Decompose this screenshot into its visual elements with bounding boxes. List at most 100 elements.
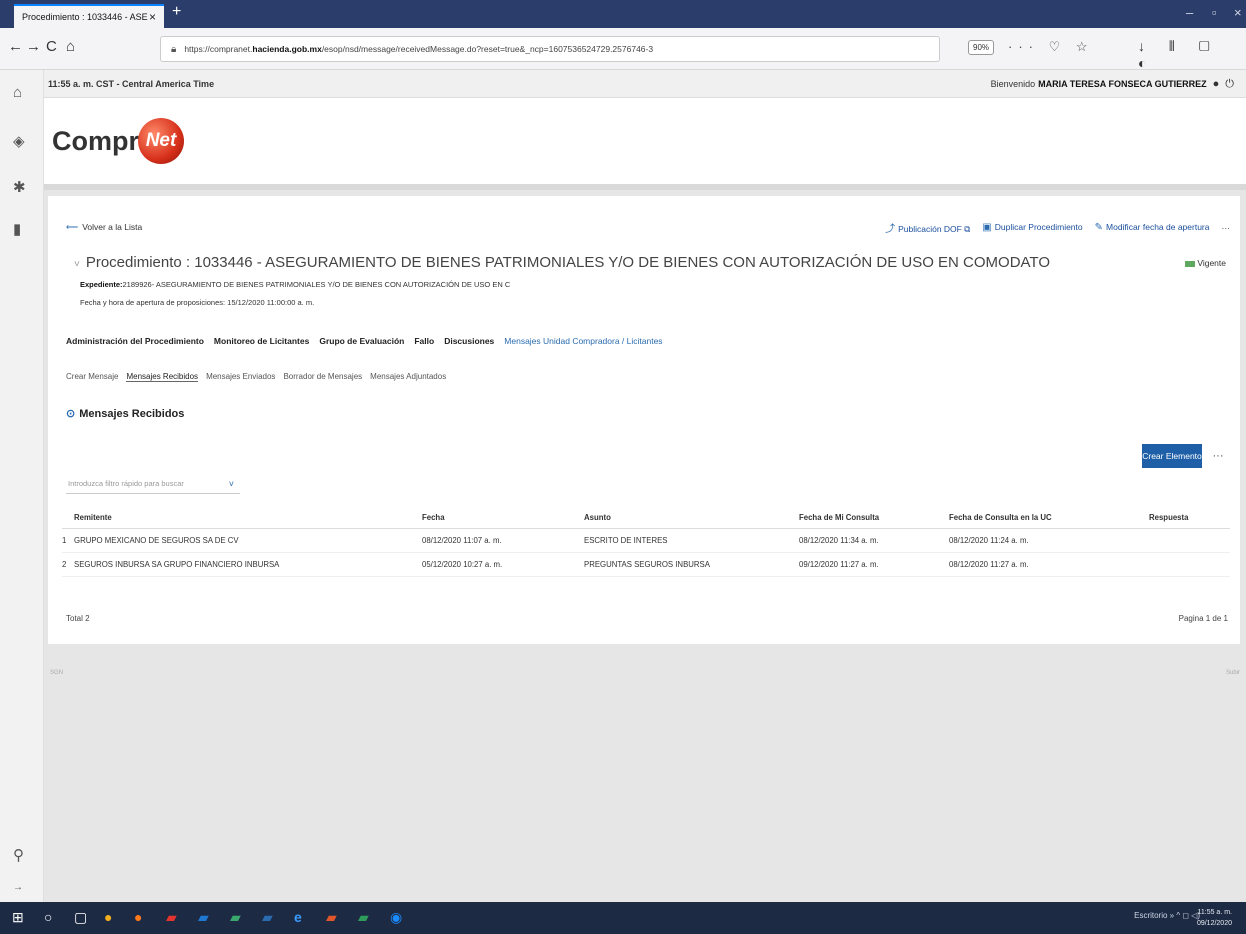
pagination-label: Pagina 1 de 1 (1178, 614, 1228, 623)
power-icon[interactable]: ⏻ (1225, 78, 1234, 90)
chevron-down-icon[interactable]: ˅ (229, 479, 234, 489)
browser-navbar: ← → C ⌂ 🔒︎ https://compranet. hacienda.go… (0, 28, 1246, 71)
publicacion-dof-link[interactable]: ⤴ Publicación DOF ⧉ (885, 220, 970, 235)
scroll-top-link[interactable]: Subir (1226, 670, 1240, 676)
create-element-button[interactable]: Crear Elemento (1142, 444, 1202, 468)
tab-fallo[interactable]: Fallo (414, 336, 434, 346)
user-name[interactable]: MARIA TERESA FONSECA GUTIERREZ (1038, 79, 1207, 89)
duplicate-procedure-link[interactable]: ▣ Duplicar Procedimiento (982, 222, 1082, 233)
minimize-icon[interactable]: – (1186, 5, 1193, 20)
restore-icon[interactable]: ▫ (1212, 5, 1217, 20)
messages-table: Remitente Fecha Asunto Fecha de Mi Consu… (62, 508, 1230, 577)
tab-grupo-evaluacion[interactable]: Grupo de Evaluación (319, 336, 404, 346)
close-window-icon[interactable]: × (1234, 5, 1242, 20)
close-tab-icon[interactable]: × (149, 10, 156, 24)
row-number: 1 (62, 528, 74, 553)
search-icon[interactable]: ⚲ (13, 846, 24, 864)
new-tab-icon[interactable]: + (172, 3, 181, 21)
powerpoint-icon[interactable]: ▰ (326, 909, 337, 926)
url-path: /esop/nsd/message/receivedMessage.do?res… (321, 44, 654, 54)
forward-icon[interactable]: → (26, 38, 41, 55)
subtab-mensajes-recibidos[interactable]: Mensajes Recibidos (126, 372, 199, 382)
excel-icon[interactable]: ▰ (358, 909, 369, 926)
cell-fecha: 08/12/2020 11:07 a. m. (422, 528, 584, 553)
toolbar-icons[interactable]: ↓ ⫴ ▢ ◐ (1138, 38, 1246, 71)
main-tabs: Administración del Procedimiento Monitor… (66, 336, 663, 346)
header-remitente[interactable]: Remitente (74, 508, 422, 529)
cell-fecha-consulta-uc: 08/12/2020 11:27 a. m. (949, 552, 1149, 577)
more-actions-button[interactable]: ··· (1222, 223, 1231, 233)
tab-administracion[interactable]: Administración del Procedimiento (66, 336, 204, 346)
quick-filter-input[interactable]: Introduzca filtro rápido para buscar ˅ (66, 474, 240, 494)
back-to-list-link[interactable]: ⟵ Volver a la Lista (66, 222, 142, 233)
search-circle-icon[interactable]: ○ (44, 909, 52, 925)
modify-date-link[interactable]: ✎ Modificar fecha de apertura (1095, 222, 1210, 233)
subtab-crear-mensaje[interactable]: Crear Mensaje (66, 372, 118, 382)
outlook-icon[interactable]: ▰ (198, 909, 209, 926)
back-link-label: Volver a la Lista (82, 222, 143, 232)
top-strip: 11:55 a. m. CST - Central America Time B… (44, 70, 1246, 98)
table-row[interactable]: 1 GRUPO MEXICANO DE SEGUROS SA DE CV 08/… (62, 528, 1230, 553)
header-fecha[interactable]: Fecha (422, 508, 584, 529)
document-rail-icon[interactable]: ▮ (13, 220, 21, 238)
welcome-label: Bienvenido (990, 79, 1036, 89)
footer-left-text: SGN (50, 670, 64, 676)
cell-remitente[interactable]: SEGUROS INBURSA SA GRUPO FINANCIERO INBU… (74, 552, 422, 577)
system-tray[interactable]: Escritorio » ^ ◻ ◁) (1134, 911, 1200, 920)
apps-rail-icon[interactable]: ◈ (13, 132, 25, 150)
cell-fecha-mi-consulta: 09/12/2020 11:27 a. m. (799, 552, 949, 577)
logo-banner: Compra Net (44, 98, 1246, 190)
windows-start-icon[interactable]: ⊞ (12, 909, 24, 926)
acrobat-icon[interactable]: ▰ (166, 909, 177, 926)
tab-mensajes-uc-licitantes[interactable]: Mensajes Unidad Compradora / Licitantes (504, 336, 662, 346)
edge-icon[interactable]: e (294, 909, 302, 925)
home-icon[interactable]: ⌂ (66, 38, 75, 55)
cell-asunto[interactable]: ESCRITO DE INTERES (584, 528, 799, 553)
tab-title: Procedimiento : 1033446 - ASE (22, 12, 148, 22)
puzzle-rail-icon[interactable]: ✱ (13, 178, 26, 196)
browser-tabbar: Procedimiento : 1033446 - ASE × + – ▫ × (0, 0, 1246, 28)
teamviewer-icon[interactable]: ◉ (390, 909, 402, 926)
subtab-mensajes-enviados[interactable]: Mensajes Enviados (206, 372, 275, 382)
collapse-caret-icon[interactable]: ˅ (74, 259, 80, 270)
more-options-button[interactable]: ··· (1208, 444, 1228, 468)
duplicate-icon: ▣ (982, 222, 992, 233)
subtab-mensajes-adjuntados[interactable]: Mensajes Adjuntados (370, 372, 446, 382)
page-actions-icons[interactable]: ··· ♡ ☆ (1008, 39, 1094, 55)
header-fecha-mi-consulta[interactable]: Fecha de Mi Consulta (799, 508, 949, 529)
address-bar[interactable]: 🔒︎ https://compranet. hacienda.gob.mx/eso… (160, 36, 940, 62)
lock-icon: 🔒︎ (171, 43, 177, 55)
tab-monitoreo-licitantes[interactable]: Monitoreo de Licitantes (214, 336, 309, 346)
zoom-level-badge[interactable]: 90% (968, 40, 995, 55)
app-green-icon[interactable]: ▰ (230, 909, 241, 926)
cell-asunto[interactable]: PREGUNTAS SEGUROS INBURSA (584, 552, 799, 577)
side-rail: ⌂ ◈ ✱ ▮ ⚲ → (0, 70, 44, 902)
header-respuesta[interactable]: Respuesta (1149, 508, 1230, 529)
tab-discusiones[interactable]: Discusiones (444, 336, 494, 346)
browser-tab[interactable]: Procedimiento : 1033446 - ASE × (14, 4, 164, 28)
taskbar-clock[interactable]: 11:55 a. m. 09/12/2020 (1197, 907, 1232, 929)
subtab-borrador-mensajes[interactable]: Borrador de Mensajes (283, 372, 362, 382)
table-header-row: Remitente Fecha Asunto Fecha de Mi Consu… (62, 508, 1230, 529)
windows-taskbar: ⊞ ○ ▢ ● ● ▰ ▰ ▰ ▰ e ▰ ▰ ◉ Escritorio » ^… (0, 902, 1246, 934)
home-rail-icon[interactable]: ⌂ (13, 84, 22, 101)
header-asunto[interactable]: Asunto (584, 508, 799, 529)
header-fecha-consulta-uc[interactable]: Fecha de Consulta en la UC (949, 508, 1149, 529)
word-icon[interactable]: ▰ (262, 909, 273, 926)
procedure-title-text: Procedimiento : 1033446 - ASEGURAMIENTO … (85, 254, 1050, 271)
firefox-icon[interactable]: ● (134, 909, 142, 925)
expediente-label: Expediente: (80, 280, 123, 289)
cell-remitente[interactable]: GRUPO MEXICANO DE SEGUROS SA DE CV (74, 528, 422, 553)
reload-icon[interactable]: C (46, 38, 57, 55)
clock-date: 09/12/2020 (1196, 920, 1232, 927)
task-view-icon[interactable]: ▢ (74, 909, 87, 926)
clock-time: 11:55 a. m. (1197, 909, 1232, 916)
table-row[interactable]: 2 SEGUROS INBURSA SA GRUPO FINANCIERO IN… (62, 552, 1230, 577)
procedure-card: ⟵ Volver a la Lista ⤴ Publicación DOF ⧉ ▣ D… (48, 196, 1240, 644)
procedure-title: ˅ Procedimiento : 1033446 - ASEGURAMIENTO… (74, 254, 1050, 271)
back-icon[interactable]: ← (8, 38, 23, 55)
procedure-actions: ⤴ Publicación DOF ⧉ ▣ Duplicar Procedimien… (885, 220, 1230, 235)
user-icon[interactable]: ● (1213, 78, 1220, 90)
expand-icon[interactable]: → (13, 882, 23, 893)
chrome-icon[interactable]: ● (104, 909, 112, 925)
